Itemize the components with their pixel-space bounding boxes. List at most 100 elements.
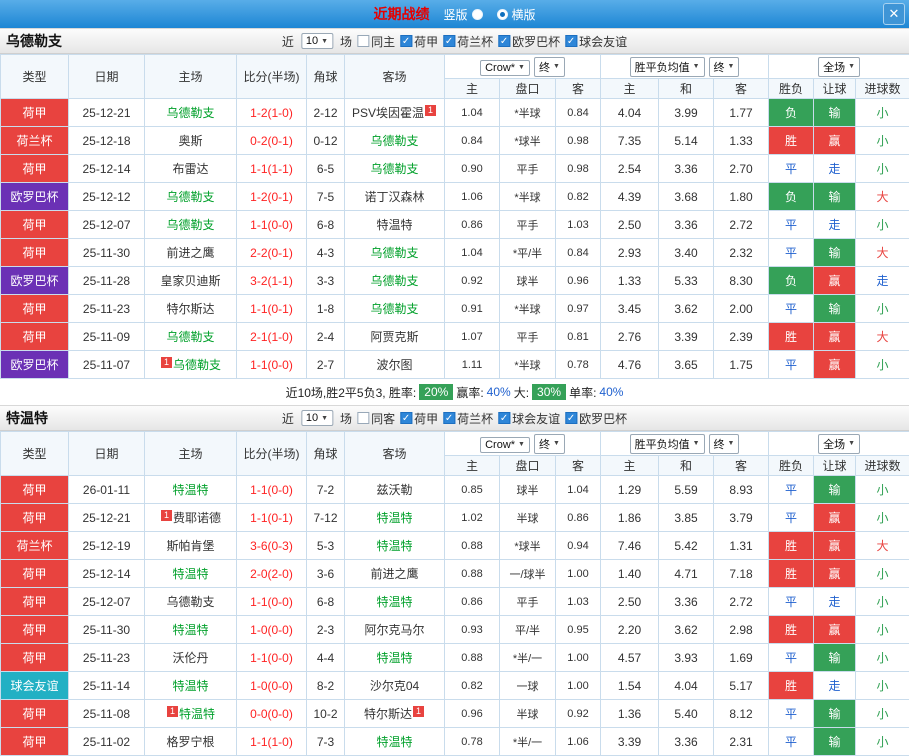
odds-away-cell: 0.78 — [556, 351, 601, 379]
handicap-line-cell: 平手 — [500, 323, 556, 351]
league-cell: 荷甲 — [1, 295, 69, 323]
games-count-select-label: 10 — [306, 412, 318, 424]
filter-option[interactable]: ✓荷甲 — [400, 410, 438, 427]
league-cell: 荷甲 — [1, 728, 69, 756]
checkbox-icon[interactable]: ✓ — [498, 35, 510, 47]
away-team-name[interactable]: 沙尔克04 — [370, 679, 419, 693]
league-cell: 荷甲 — [1, 504, 69, 532]
home-team-name[interactable]: 奥斯 — [178, 134, 202, 148]
checkbox-icon[interactable]: ✓ — [565, 35, 577, 47]
odds-final-select[interactable]: 终▼ — [534, 57, 565, 77]
home-team-name[interactable]: 特温特 — [179, 707, 215, 721]
away-team-name[interactable]: 诺丁汉森林 — [364, 190, 424, 204]
corners-cell: 2-12 — [307, 99, 345, 127]
sub-header: 客 — [556, 79, 601, 99]
away-team-name[interactable]: 前进之鹰 — [370, 567, 418, 581]
away-team-name[interactable]: 乌德勒支 — [370, 162, 418, 176]
avg-final-select[interactable]: 终▼ — [709, 434, 740, 454]
away-team-name[interactable]: 特温特 — [376, 218, 412, 232]
checkbox-icon[interactable]: ✓ — [565, 412, 577, 424]
league-cell: 荷甲 — [1, 155, 69, 183]
checkbox-icon[interactable]: ✓ — [443, 412, 455, 424]
odds-source-select[interactable]: Crow*▼ — [480, 437, 530, 453]
date-cell: 25-12-14 — [69, 560, 145, 588]
away-team-name[interactable]: 特温特 — [376, 735, 412, 749]
away-team-name[interactable]: 乌德勒支 — [370, 302, 418, 316]
radio-unselected-icon[interactable] — [472, 9, 483, 20]
avg-final-select[interactable]: 终▼ — [709, 57, 740, 77]
checkbox-icon[interactable]: ✓ — [498, 412, 510, 424]
odds-away-cell: 0.94 — [556, 532, 601, 560]
filter-option[interactable]: ✓球会友谊 — [498, 410, 560, 427]
home-team-name[interactable]: 乌德勒支 — [166, 218, 214, 232]
home-team-name[interactable]: 乌德勒支 — [166, 595, 214, 609]
checkbox-icon[interactable] — [357, 412, 369, 424]
away-team-name[interactable]: 特温特 — [376, 651, 412, 665]
filter-option[interactable]: ✓荷兰杯 — [443, 33, 493, 50]
table-row: 荷甲25-12-14布雷达1-1(1-1)6-5乌德勒支0.90平手0.982.… — [1, 155, 909, 183]
date-cell: 25-11-28 — [69, 267, 145, 295]
scope-select[interactable]: 全场▼ — [818, 57, 860, 77]
away-team-name[interactable]: 阿尔克马尔 — [364, 623, 424, 637]
home-team-name[interactable]: 乌德勒支 — [166, 190, 214, 204]
away-team-name[interactable]: PSV埃因霍温 — [352, 106, 424, 120]
odds-source-select[interactable]: Crow*▼ — [480, 60, 530, 76]
away-team-name[interactable]: 兹沃勒 — [376, 483, 412, 497]
filter-option[interactable]: ✓欧罗巴杯 — [565, 410, 627, 427]
away-team-name[interactable]: 阿贾克斯 — [370, 330, 418, 344]
checkbox-icon[interactable]: ✓ — [443, 35, 455, 47]
layout-vertical-option[interactable]: 竖版 — [443, 6, 482, 23]
home-team-name[interactable]: 格罗宁根 — [166, 735, 214, 749]
home-team-name[interactable]: 特尔斯达 — [166, 302, 214, 316]
odds-final-select[interactable]: 终▼ — [534, 434, 565, 454]
filter-option[interactable]: ✓荷兰杯 — [443, 410, 493, 427]
filter-option[interactable]: ✓荷甲 — [400, 33, 438, 50]
games-count-select[interactable]: 10▼ — [301, 33, 333, 49]
home-team-cell: 前进之鹰 — [145, 239, 237, 267]
home-team-name[interactable]: 乌德勒支 — [166, 106, 214, 120]
corners-cell: 4-4 — [307, 644, 345, 672]
vertical-label: 竖版 — [443, 6, 467, 23]
away-team-name[interactable]: 乌德勒支 — [370, 274, 418, 288]
away-team-name[interactable]: 乌德勒支 — [370, 134, 418, 148]
home-team-name[interactable]: 前进之鹰 — [166, 246, 214, 260]
home-team-name[interactable]: 特温特 — [172, 567, 208, 581]
home-team-name[interactable]: 费耶诺德 — [173, 511, 221, 525]
away-team-name[interactable]: 特温特 — [376, 511, 412, 525]
avg-away-win-cell: 2.39 — [714, 323, 769, 351]
home-team-name[interactable]: 特温特 — [172, 483, 208, 497]
filter-option[interactable]: 同主 — [357, 33, 395, 50]
away-team-name[interactable]: 乌德勒支 — [370, 246, 418, 260]
filter-option[interactable]: ✓球会友谊 — [565, 33, 627, 50]
avg-select[interactable]: 胜平负均值▼ — [630, 57, 705, 77]
away-team-name[interactable]: 特尔斯达 — [364, 707, 412, 721]
home-team-name[interactable]: 布雷达 — [172, 162, 208, 176]
layout-horizontal-option[interactable]: 横版 — [497, 6, 536, 23]
games-count-select[interactable]: 10▼ — [301, 410, 333, 426]
filter-option[interactable]: ✓欧罗巴杯 — [498, 33, 560, 50]
home-team-name[interactable]: 特温特 — [172, 623, 208, 637]
home-team-name[interactable]: 乌德勒支 — [166, 330, 214, 344]
handicap-line-cell: 球半 — [500, 476, 556, 504]
away-team-name[interactable]: 特温特 — [376, 595, 412, 609]
home-team-name[interactable]: 特温特 — [172, 679, 208, 693]
avg-select[interactable]: 胜平负均值▼ — [630, 434, 705, 454]
away-team-name[interactable]: 特温特 — [376, 539, 412, 553]
home-team-name[interactable]: 乌德勒支 — [173, 358, 221, 372]
checkbox-icon[interactable] — [357, 35, 369, 47]
checkbox-icon[interactable]: ✓ — [400, 35, 412, 47]
scope-select[interactable]: 全场▼ — [818, 434, 860, 454]
chevron-down-icon: ▼ — [553, 63, 560, 70]
away-team-name[interactable]: 波尔图 — [376, 358, 412, 372]
radio-selected-icon[interactable] — [497, 9, 508, 20]
checkbox-label: 球会友谊 — [579, 33, 627, 50]
table-row: 荷甲25-11-23特尔斯达1-1(0-1)1-8乌德勒支0.91*半球0.97… — [1, 295, 909, 323]
score-cell: 1-1(0-0) — [237, 211, 307, 239]
chevron-down-icon: ▼ — [728, 63, 735, 70]
filter-option[interactable]: 同客 — [357, 410, 395, 427]
home-team-name[interactable]: 沃伦丹 — [172, 651, 208, 665]
checkbox-icon[interactable]: ✓ — [400, 412, 412, 424]
home-team-name[interactable]: 斯帕肯堡 — [166, 539, 214, 553]
close-icon[interactable]: ✕ — [883, 3, 905, 25]
home-team-name[interactable]: 皇家贝迪斯 — [160, 274, 220, 288]
